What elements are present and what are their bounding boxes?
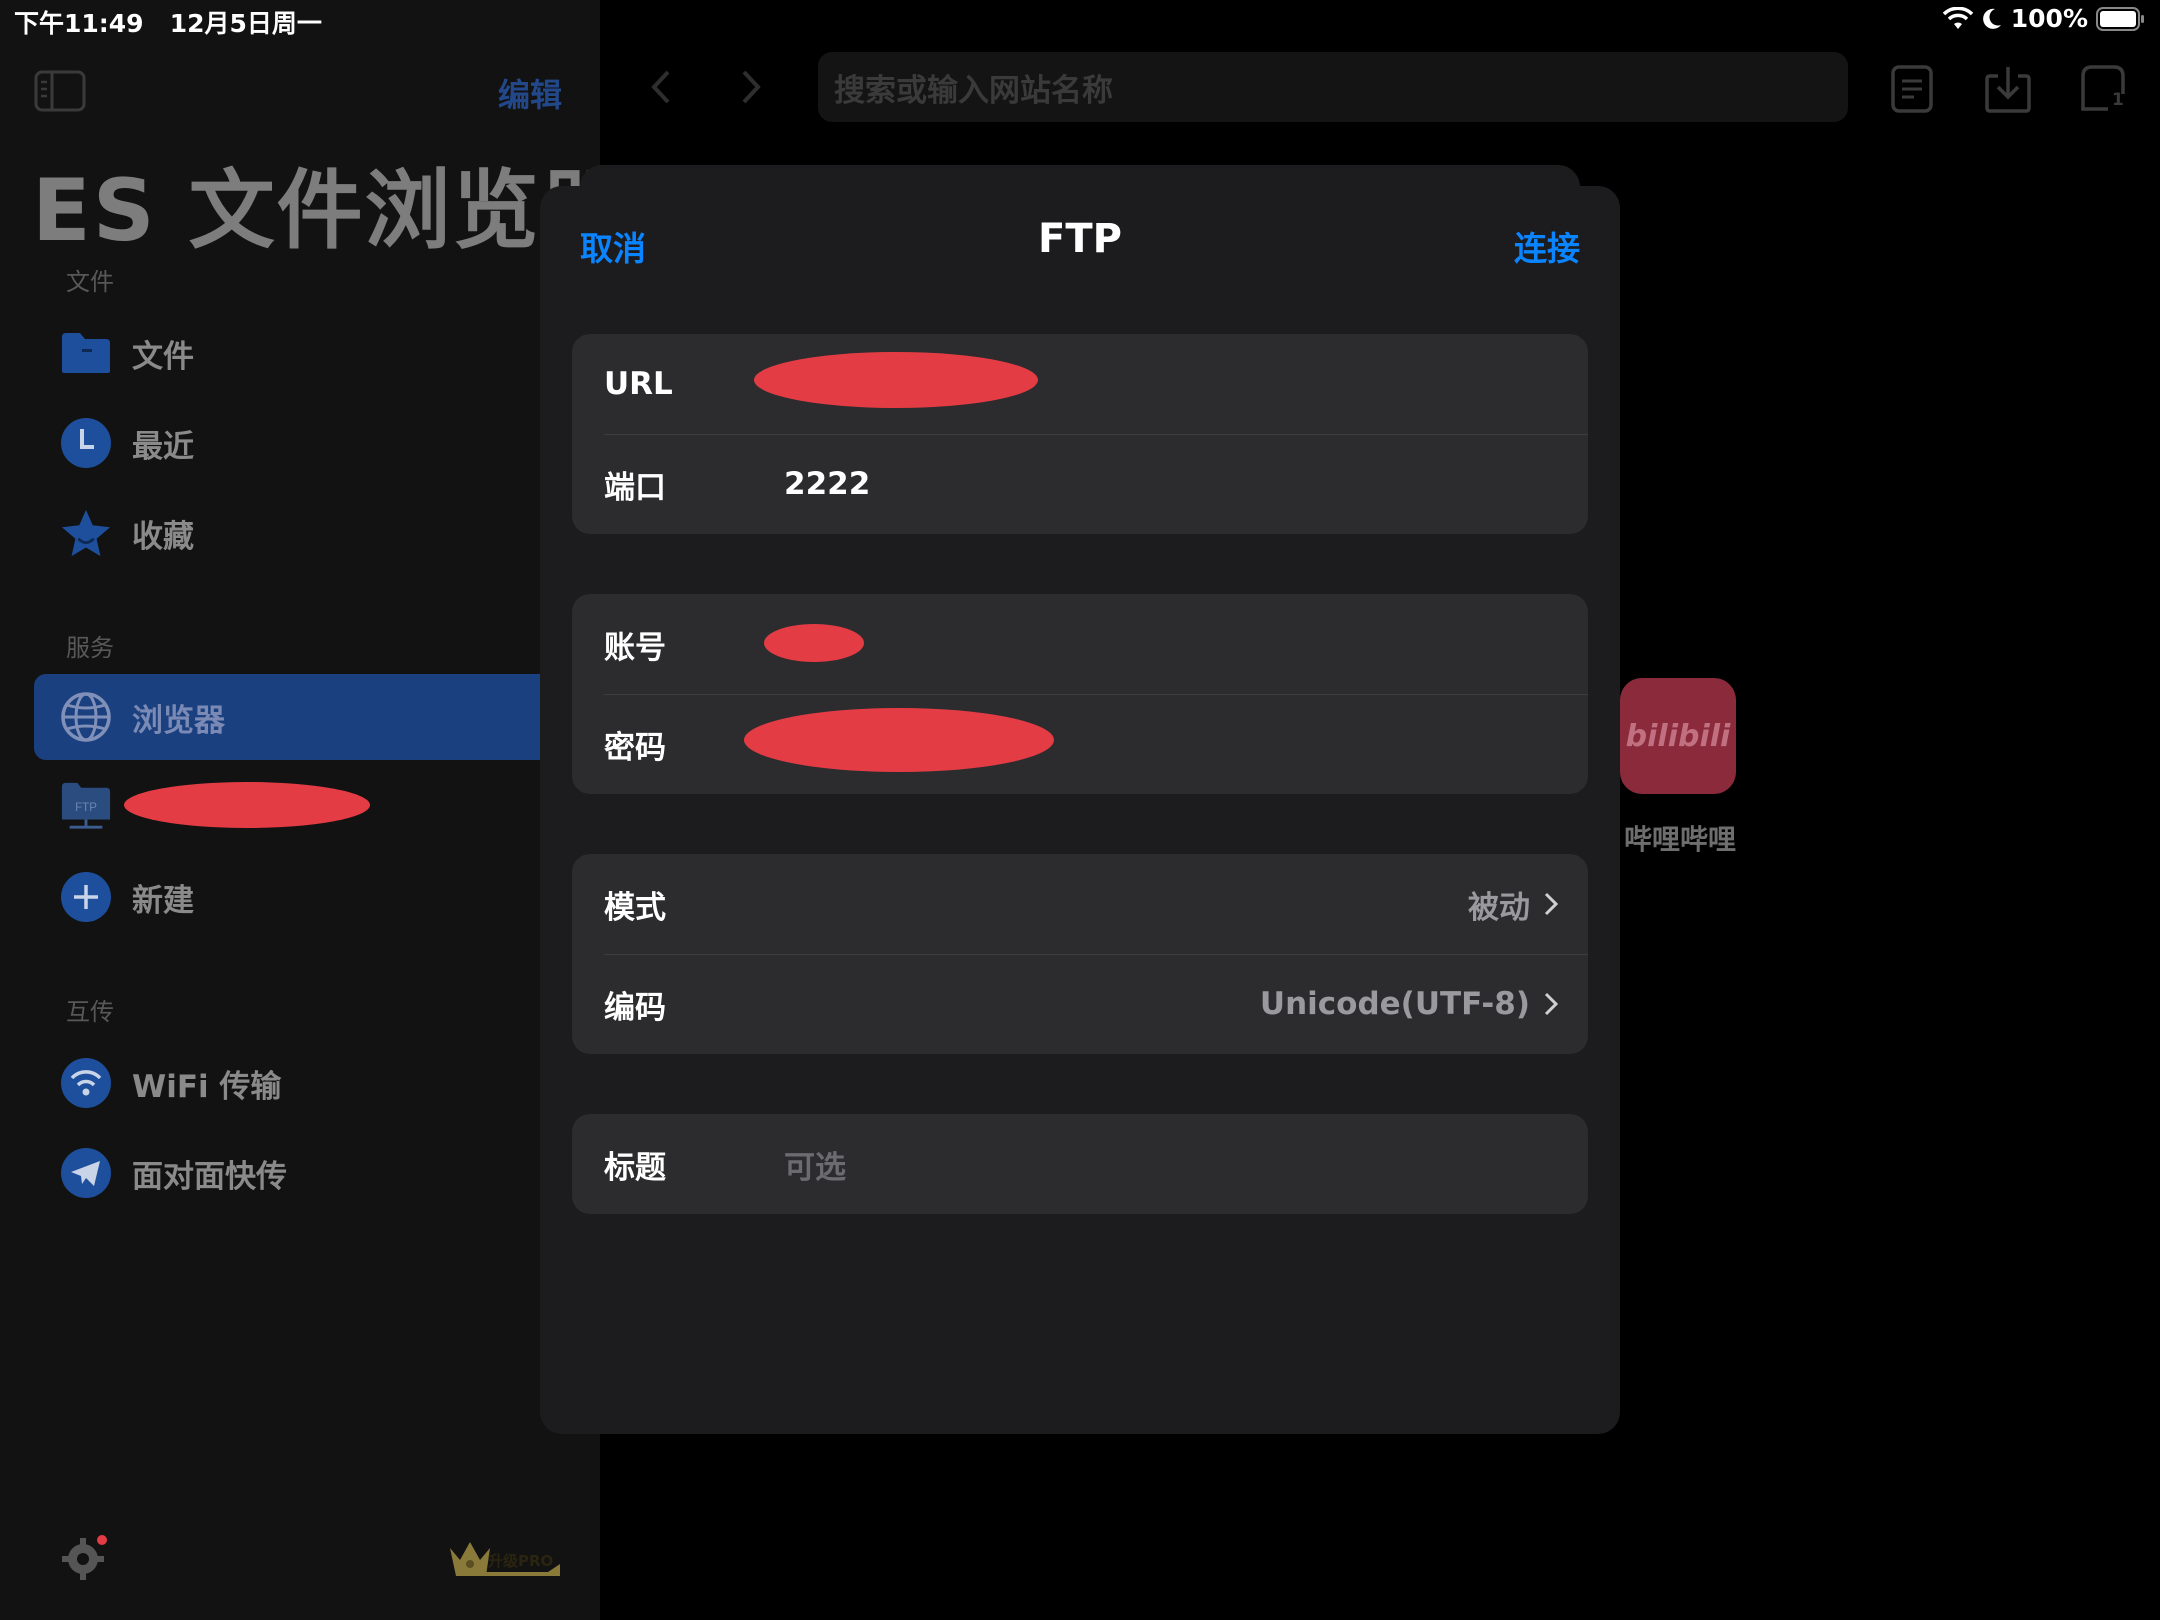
connect-button[interactable]: 连接 (1514, 222, 1580, 270)
upgrade-pro-button[interactable]: 升级PRO (448, 1536, 564, 1580)
credentials-group: 账号 密码 (572, 594, 1588, 794)
redacted-ftp-name (124, 782, 370, 828)
sidebar-item-wifi-transfer[interactable]: WiFi 传输 (34, 1040, 540, 1126)
gear-icon[interactable] (62, 1534, 108, 1580)
wifi-transfer-icon (60, 1057, 112, 1109)
port-field[interactable]: 2222 (784, 466, 870, 502)
encoding-row[interactable]: 编码 Unicode(UTF-8) (572, 954, 1588, 1054)
folder-icon (60, 327, 112, 379)
download-icon[interactable] (1984, 64, 2032, 114)
redacted-password-value (744, 708, 1054, 772)
search-input[interactable]: 搜索或输入网站名称 (818, 52, 1848, 122)
sidebar-item-label: 收藏 (132, 518, 194, 555)
sidebar-item-new[interactable]: 新建 (34, 854, 540, 940)
dialog-title: FTP (1038, 216, 1122, 262)
clock-icon (60, 417, 112, 469)
sidebar-item-recent[interactable]: 最近 (34, 400, 540, 486)
title-group: 标题 可选 (572, 1114, 1588, 1214)
tabs-button[interactable]: 1 (2080, 64, 2126, 112)
account-label: 账号 (604, 629, 666, 666)
encoding-label: 编码 (604, 989, 666, 1026)
sidebar-item-favorites[interactable]: 收藏 (34, 490, 540, 576)
sidebar-item-label: WiFi 传输 (132, 1068, 282, 1105)
ftp-folder-icon: FTP (60, 781, 112, 833)
mode-label: 模式 (604, 889, 666, 926)
port-row[interactable]: 端口 2222 (572, 434, 1588, 534)
plus-circle-icon (60, 871, 112, 923)
mode-value: 被动 (1468, 889, 1530, 926)
redacted-account-value (764, 624, 864, 662)
sidebar-item-label: 浏览器 (132, 702, 225, 739)
edit-button[interactable]: 编辑 (498, 70, 562, 116)
section-label-transfer: 互传 (66, 998, 114, 1026)
title-row[interactable]: 标题 可选 (572, 1114, 1588, 1214)
paper-plane-icon (60, 1147, 112, 1199)
sidebar-item-label: 最近 (132, 428, 194, 465)
sidebar-item-face-to-face[interactable]: 面对面快传 (34, 1130, 540, 1216)
sidebar-item-label: 新建 (132, 882, 194, 919)
status-indicators: 100% (1942, 4, 2146, 33)
bilibili-label: 哔哩哔哩 (1623, 823, 1736, 856)
globe-icon (60, 691, 112, 743)
mode-row[interactable]: 模式 被动 (572, 854, 1588, 954)
chevron-right-icon (1544, 992, 1558, 1016)
account-row[interactable]: 账号 (572, 594, 1588, 694)
title-label: 标题 (604, 1149, 666, 1186)
section-label-services: 服务 (66, 634, 114, 662)
url-row[interactable]: URL (572, 334, 1588, 434)
sidebar-item-label: 面对面快传 (132, 1158, 287, 1195)
sidebar-item-browser[interactable]: 浏览器 (34, 674, 540, 760)
ftp-dialog: 取消 FTP 连接 URL 端口 2222 账号 密码 模式 被动 编码 Uni… (540, 186, 1620, 1434)
server-group: URL 端口 2222 (572, 334, 1588, 534)
options-group: 模式 被动 编码 Unicode(UTF-8) (572, 854, 1588, 1054)
ftp-icon-text: FTP (75, 802, 97, 814)
status-bar: 下午11:49 12月5日周一 100% (0, 0, 2160, 40)
port-label: 端口 (604, 469, 666, 506)
chevron-right-icon (1544, 892, 1558, 916)
section-label-files: 文件 (66, 268, 114, 296)
bilibili-icon-text: bilibili (1625, 718, 1731, 754)
notification-dot (97, 1535, 107, 1545)
sidebar-item-files[interactable]: 文件 (34, 310, 540, 396)
sidebar-item-label: 文件 (132, 338, 194, 375)
password-row[interactable]: 密码 (572, 694, 1588, 794)
battery-percent: 100% (2010, 4, 2088, 33)
wifi-icon (1942, 6, 1973, 29)
status-time: 下午11:49 12月5日周一 (14, 9, 322, 38)
status-date: 12月5日周一 (169, 9, 322, 38)
back-arrow-icon[interactable] (648, 68, 672, 106)
reader-icon[interactable] (1890, 64, 1934, 114)
title-field[interactable]: 可选 (784, 1142, 846, 1187)
upgrade-label: 升级PRO (488, 1552, 554, 1570)
tab-count: 1 (2112, 90, 2124, 110)
forward-arrow-icon[interactable] (740, 68, 764, 106)
battery-icon (2096, 6, 2144, 31)
star-icon (60, 507, 112, 559)
sidebar-toggle-icon[interactable] (34, 70, 86, 112)
bilibili-shortcut[interactable]: bilibili (1620, 678, 1736, 794)
search-placeholder: 搜索或输入网站名称 (834, 72, 1113, 109)
redacted-url-value (754, 352, 1038, 408)
sidebar: 编辑 ES 文件浏览器 文件 文件 最近 收藏 服务 浏览器 FTP 新建 互传… (0, 0, 627, 1620)
encoding-value: Unicode(UTF-8) (1259, 986, 1530, 1022)
moon-icon (1982, 8, 2001, 29)
